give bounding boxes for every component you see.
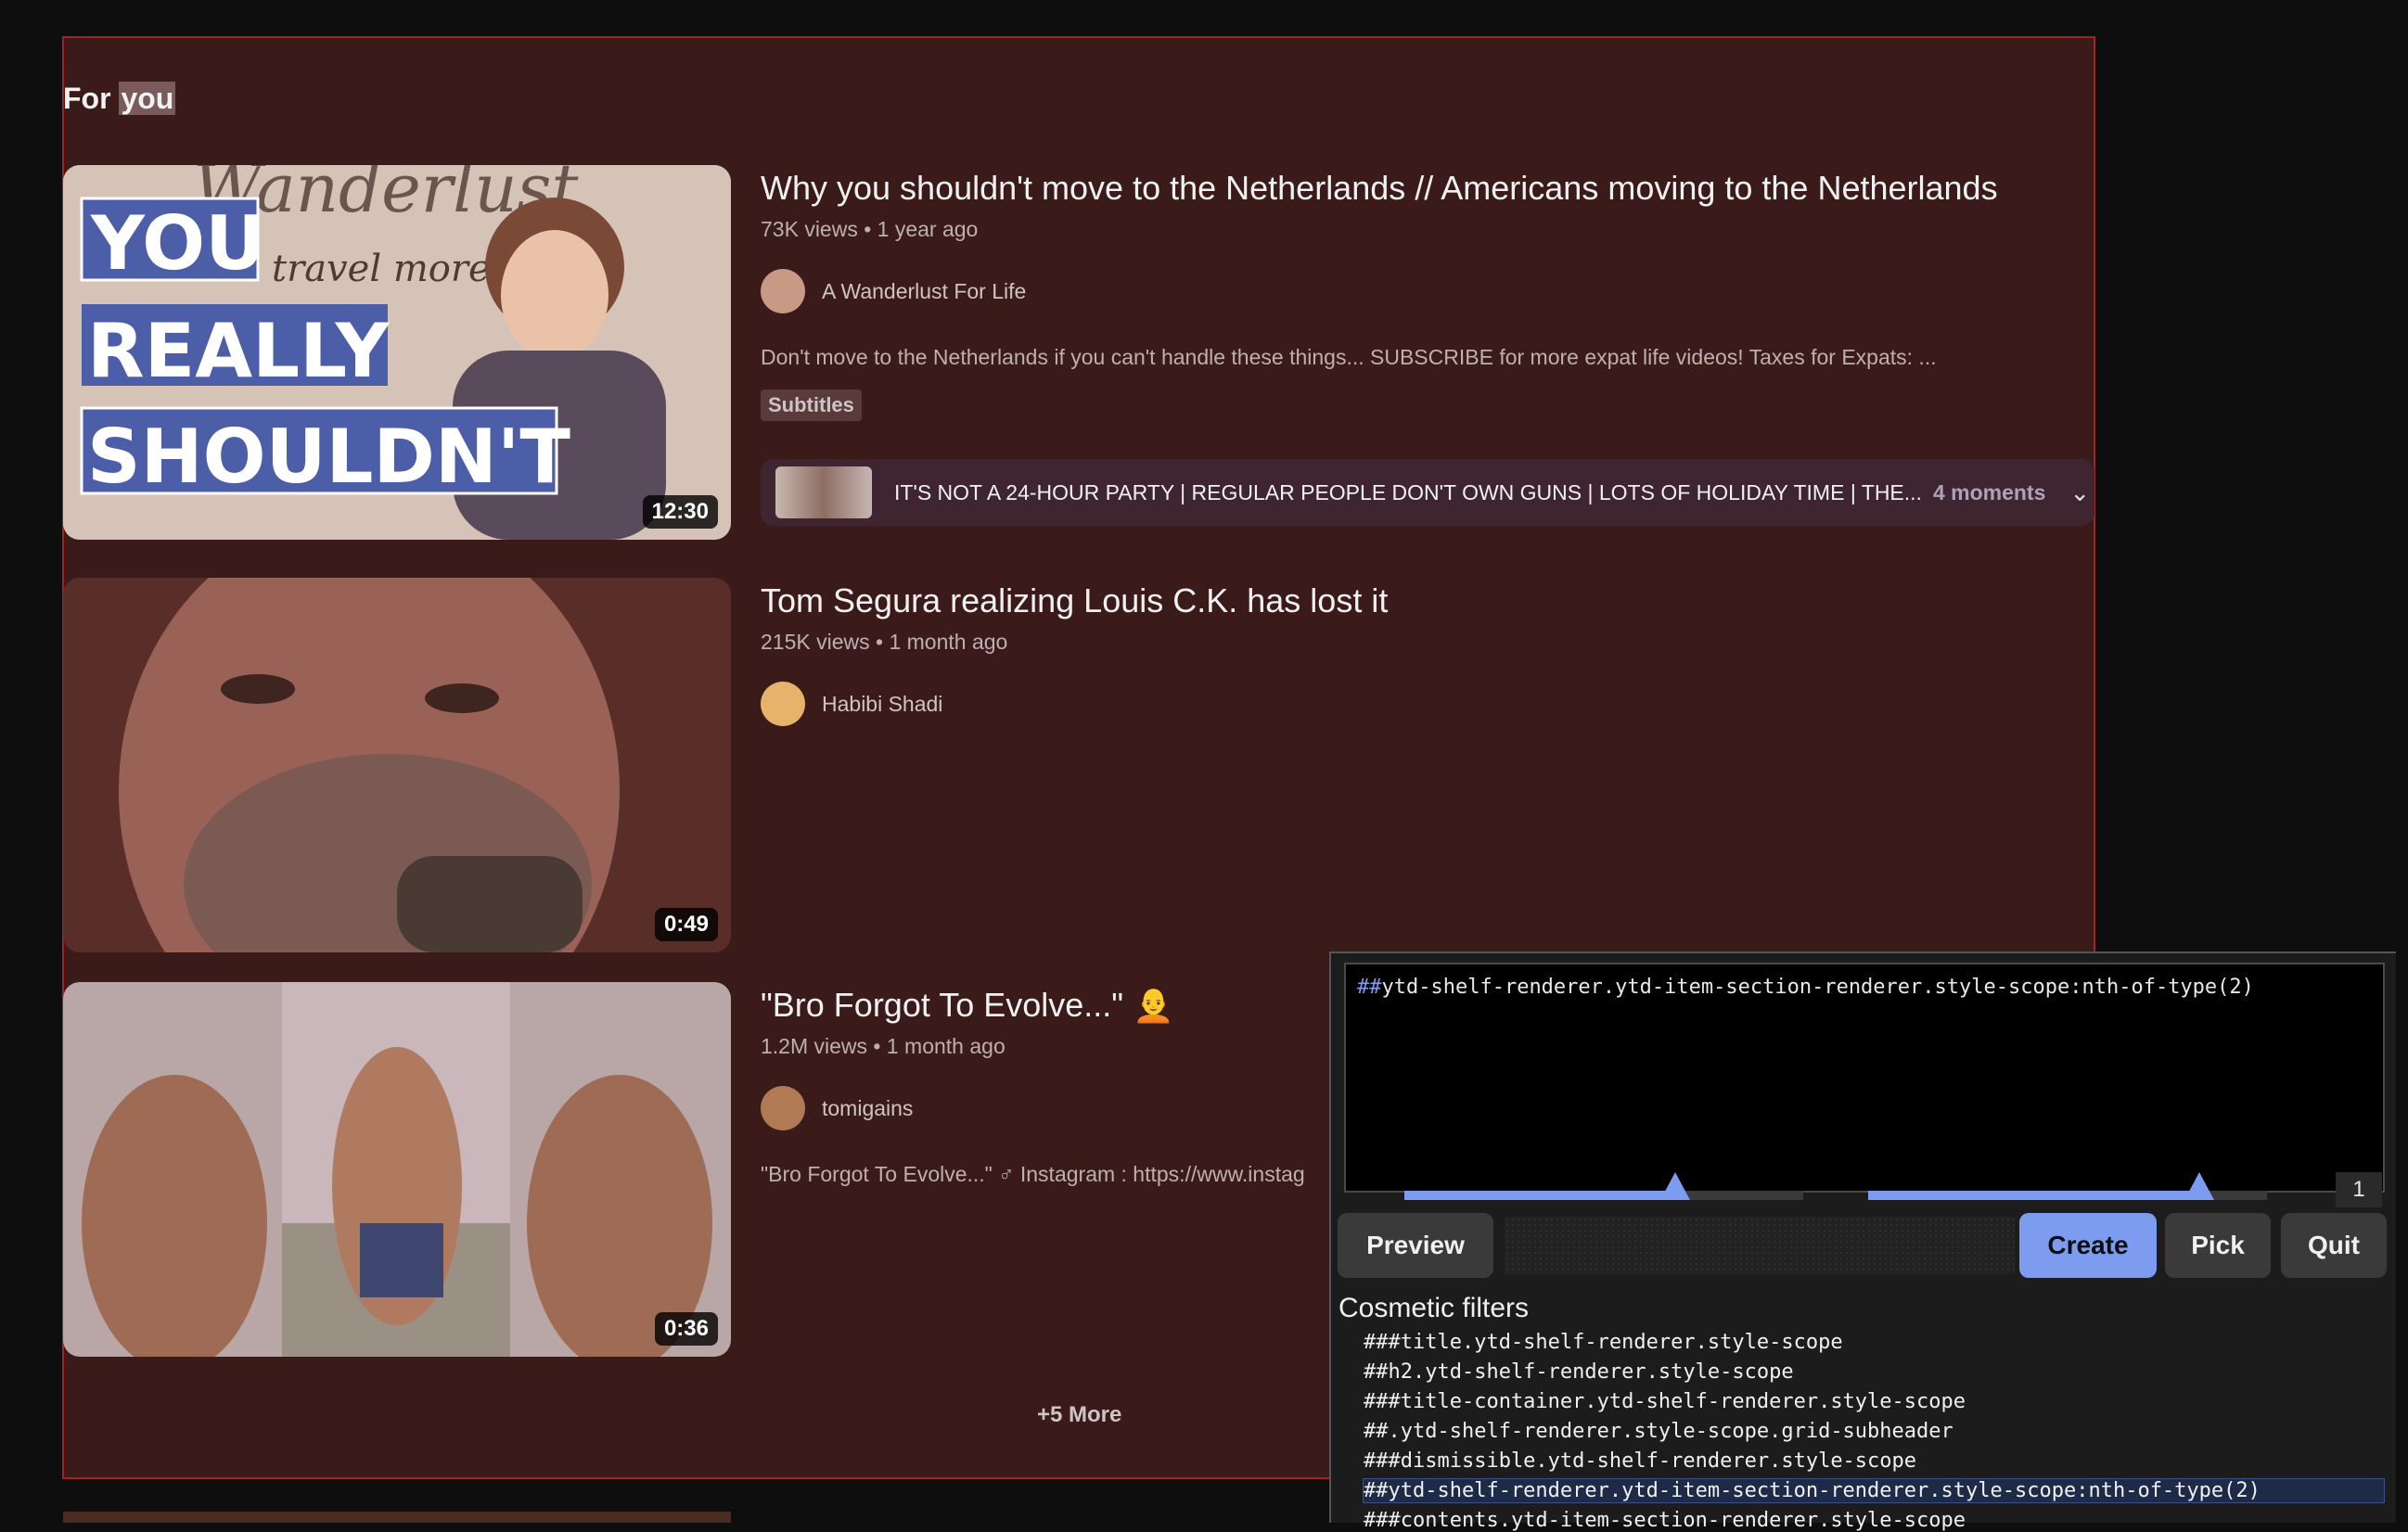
video-thumbnail[interactable]: Wanderlust travel more! YOU REALLY SHOUL… [63, 165, 731, 540]
depth-slider-fill [1404, 1191, 1676, 1200]
cosmetic-filter-item[interactable]: ###contents.ytd-item-section-renderer.st… [1364, 1509, 1966, 1532]
video-duration: 12:30 [642, 495, 718, 529]
filter-selector: ytd-shelf-renderer.ytd-item-section-rend… [1381, 976, 2254, 999]
chevron-down-icon[interactable]: ⌄ [2069, 479, 2090, 507]
picker-pattern [1505, 1217, 2015, 1274]
moment-thumbnail [775, 466, 872, 518]
channel-row[interactable]: Habibi Shadi [761, 682, 942, 726]
channel-name[interactable]: tomigains [822, 1096, 913, 1121]
cosmetic-filter-item[interactable]: ###title.ytd-shelf-renderer.style-scope [1364, 1331, 1843, 1354]
filter-editor[interactable]: ##ytd-shelf-renderer.ytd-item-section-re… [1344, 963, 2385, 1193]
channel-row[interactable]: tomigains [761, 1086, 913, 1130]
moments-text: IT'S NOT A 24-HOUR PARTY | REGULAR PEOPL… [894, 479, 1922, 504]
channel-avatar[interactable] [761, 269, 805, 313]
video-meta: 1.2M views • 1 month ago [761, 1034, 1005, 1058]
match-count: 1 [2336, 1172, 2382, 1207]
channel-avatar[interactable] [761, 682, 805, 726]
video-duration: 0:49 [654, 908, 718, 941]
video-description: Don't move to the Netherlands if you can… [761, 345, 1937, 369]
cosmetic-filter-item-selected[interactable]: ##ytd-shelf-renderer.ytd-item-section-re… [1363, 1478, 2385, 1503]
cosmetic-filters-heading: Cosmetic filters [1338, 1293, 1530, 1323]
video-title[interactable]: Why you shouldn't move to the Netherland… [761, 169, 1998, 208]
thumbnail-art [63, 982, 731, 1357]
depth-slider-thumb[interactable] [1660, 1172, 1691, 1200]
thumbnail-text-you: YOU [90, 200, 265, 287]
channel-avatar[interactable] [761, 1086, 805, 1130]
channel-name[interactable]: A Wanderlust For Life [822, 279, 1026, 304]
cosmetic-filter-item[interactable]: ###title-container.ytd-shelf-renderer.st… [1364, 1390, 1966, 1413]
quit-button[interactable]: Quit [2281, 1213, 2387, 1278]
more-button[interactable]: +5 More [1037, 1402, 1121, 1428]
filter-hash: ## [1357, 976, 1382, 999]
specificity-slider-thumb[interactable] [2184, 1172, 2214, 1200]
cosmetic-filter-item[interactable]: ##.ytd-shelf-renderer.style-scope.grid-s… [1364, 1420, 1953, 1443]
cosmetic-filter-item[interactable]: ###dismissible.ytd-shelf-renderer.style-… [1364, 1449, 1916, 1473]
video-description: "Bro Forgot To Evolve..." ♂ Instagram : … [761, 1162, 1305, 1186]
pick-button[interactable]: Pick [2165, 1213, 2271, 1278]
key-moments-bar[interactable]: IT'S NOT A 24-HOUR PARTY | REGULAR PEOPL… [761, 459, 2094, 526]
cosmetic-filter-item[interactable]: ##h2.ytd-shelf-renderer.style-scope [1364, 1360, 1794, 1384]
channel-row[interactable]: A Wanderlust For Life [761, 269, 1026, 313]
video-duration: 0:36 [654, 1312, 718, 1346]
video-meta: 73K views • 1 year ago [761, 217, 979, 241]
shelf-title-prefix: For [63, 82, 120, 115]
filter-text: ##ytd-shelf-renderer.ytd-item-section-re… [1357, 976, 2254, 999]
channel-name[interactable]: Habibi Shadi [822, 692, 942, 717]
preview-button[interactable]: Preview [1338, 1213, 1493, 1278]
shelf-title: For you [63, 82, 176, 116]
video-title[interactable]: Tom Segura realizing Louis C.K. has lost… [761, 581, 1388, 620]
video-thumbnail[interactable]: 0:36 [63, 982, 731, 1357]
next-shelf-row [63, 1512, 731, 1523]
thumbnail-art: Wanderlust travel more! YOU REALLY SHOUL… [63, 165, 731, 540]
moments-count: 4 moments [1932, 479, 2046, 504]
thumbnail-art [63, 578, 731, 952]
thumbnail-script-text-2: travel more! [272, 248, 506, 290]
shelf-title-highlight: you [119, 82, 176, 115]
thumbnail-text-shouldnt: SHOULDN'T [87, 414, 570, 500]
video-thumbnail[interactable]: 0:49 [63, 578, 731, 952]
subtitles-badge: Subtitles [761, 389, 862, 421]
create-button[interactable]: Create [2019, 1213, 2157, 1278]
thumbnail-text-really: REALLY [87, 308, 391, 394]
video-title[interactable]: "Bro Forgot To Evolve..." 🧑‍🦲 [761, 986, 1174, 1025]
specificity-slider-fill [1868, 1191, 2199, 1200]
video-meta: 215K views • 1 month ago [761, 630, 1008, 654]
